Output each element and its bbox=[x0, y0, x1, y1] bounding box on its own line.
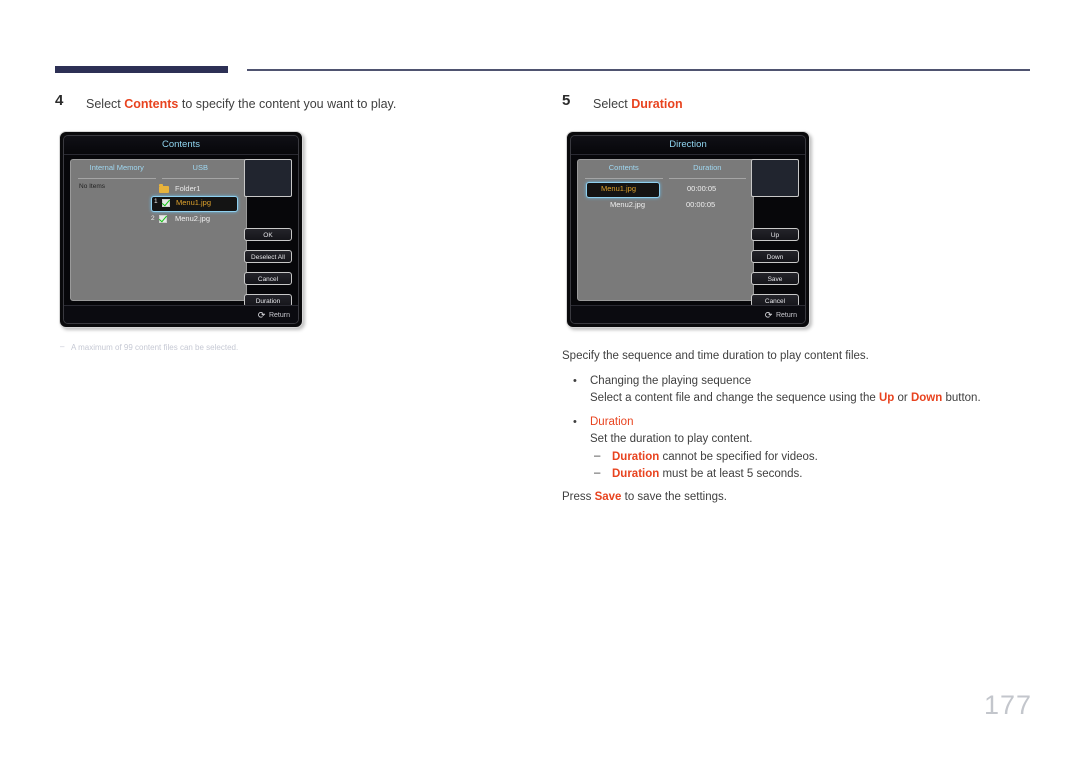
list-item-label: Folder1 bbox=[175, 184, 201, 193]
cancel-button[interactable]: Cancel bbox=[244, 272, 292, 285]
return-arrow-icon: ⟲ bbox=[765, 310, 773, 320]
direction-dialog: Direction Contents Duration Menu1.jpg 00… bbox=[566, 131, 810, 328]
down-button[interactable]: Down bbox=[751, 250, 799, 263]
bullet-line-1: Changing the playing sequence bbox=[590, 375, 752, 387]
bullet-line-2-b: or bbox=[894, 392, 911, 404]
step-5-number: 5 bbox=[562, 92, 571, 109]
preview-thumbnail bbox=[244, 159, 292, 197]
checkbox-checked-icon[interactable] bbox=[159, 215, 167, 223]
sub-note-text: cannot be specified for videos. bbox=[659, 451, 818, 463]
direction-file-panel: Contents Duration Menu1.jpg 00:00:05 Men… bbox=[577, 159, 754, 301]
contents-dialog-body: Internal Memory USB No Items Folder1 1 M bbox=[64, 155, 298, 307]
contents-file-list: No Items Folder1 1 Menu1.jpg 2 Menu2.jpg bbox=[71, 179, 246, 226]
contents-column-headers: Internal Memory USB bbox=[71, 160, 246, 179]
duration-sub-note: – Duration cannot be specified for video… bbox=[590, 449, 1037, 465]
bullet-changing-sequence: • Changing the playing sequence Select a… bbox=[562, 373, 1037, 407]
direction-dialog-sidebar: Up Down Save Cancel bbox=[751, 159, 799, 307]
direction-column-headers: Contents Duration bbox=[578, 160, 753, 179]
save-button[interactable]: Save bbox=[751, 272, 799, 285]
page-number: 177 bbox=[983, 690, 1032, 720]
return-arrow-icon: ⟲ bbox=[258, 310, 266, 320]
sub-note-dash: – bbox=[594, 467, 601, 479]
contents-dialog-inner: Contents Internal Memory USB No Items Fo… bbox=[63, 135, 299, 324]
step-4-text-before: Select bbox=[86, 97, 125, 111]
press-text-before: Press bbox=[562, 491, 595, 503]
list-item-index: 2 bbox=[151, 215, 155, 222]
contents-dialog-title: Contents bbox=[64, 136, 298, 155]
direction-dialog-footer[interactable]: ⟲ Return bbox=[571, 305, 805, 323]
table-row[interactable]: Menu2.jpg 00:00:05 bbox=[586, 198, 745, 212]
press-save-text: Press Save to save the settings. bbox=[562, 489, 1037, 506]
direction-dialog-body: Contents Duration Menu1.jpg 00:00:05 Men… bbox=[571, 155, 805, 307]
list-item-label: Menu1.jpg bbox=[176, 198, 212, 207]
contents-dialog-buttons: OK Deselect All Cancel Duration bbox=[244, 228, 292, 307]
down-keyword: Down bbox=[910, 392, 943, 404]
column-header-usb[interactable]: USB bbox=[161, 162, 239, 179]
row-duration-value: 00:00:05 bbox=[687, 184, 717, 193]
list-item-label: Menu2.jpg bbox=[175, 214, 211, 223]
contents-file-panel: Internal Memory USB No Items Folder1 1 M bbox=[70, 159, 247, 301]
list-item[interactable]: Folder1 bbox=[157, 182, 238, 196]
left-column: 4 Select Contents to specify the content… bbox=[55, 92, 545, 354]
save-keyword: Save bbox=[594, 491, 622, 503]
list-item-index: 1 bbox=[154, 198, 158, 205]
ok-button[interactable]: OK bbox=[244, 228, 292, 241]
step-5-text-before: Select bbox=[593, 97, 632, 111]
up-button[interactable]: Up bbox=[751, 228, 799, 241]
step-5-heading: 5 Select Duration bbox=[562, 92, 1037, 112]
direction-bullet-list: • Changing the playing sequence Select a… bbox=[562, 373, 1037, 482]
bullet-line-2: Select a content file and change the seq… bbox=[590, 390, 1037, 407]
return-label: Return bbox=[775, 312, 797, 319]
direction-file-list: Menu1.jpg 00:00:05 Menu2.jpg 00:00:05 bbox=[578, 179, 753, 212]
note-text: A maximum of 99 content files can be sel… bbox=[71, 343, 239, 352]
column-header-duration[interactable]: Duration bbox=[668, 162, 746, 179]
checkbox-checked-icon[interactable] bbox=[162, 199, 170, 207]
direction-dialog-inner: Direction Contents Duration Menu1.jpg 00… bbox=[570, 135, 806, 324]
list-item[interactable]: 1 Menu1.jpg bbox=[151, 196, 238, 212]
preview-thumbnail bbox=[751, 159, 799, 197]
table-row[interactable]: Menu1.jpg 00:00:05 bbox=[586, 182, 716, 198]
row-content-name: Menu2.jpg bbox=[610, 200, 646, 209]
note-dash: – bbox=[60, 342, 65, 351]
list-item[interactable]: 2 Menu2.jpg bbox=[151, 212, 238, 226]
press-text-after: to save the settings. bbox=[621, 491, 727, 503]
header-divider-line bbox=[247, 69, 1030, 71]
row-content-name: Menu1.jpg bbox=[601, 184, 637, 193]
deselect-all-button[interactable]: Deselect All bbox=[244, 250, 292, 263]
contents-dialog: Contents Internal Memory USB No Items Fo… bbox=[59, 131, 303, 328]
sub-note-dash: – bbox=[594, 450, 601, 462]
right-column: 5 Select Duration Direction Contents Dur… bbox=[562, 92, 1037, 506]
row-duration-value: 00:00:05 bbox=[686, 200, 716, 209]
contents-dialog-sidebar: OK Deselect All Cancel Duration bbox=[244, 159, 292, 307]
duration-keyword: Duration bbox=[612, 468, 660, 480]
duration-sub-note: – Duration must be at least 5 seconds. bbox=[590, 466, 1037, 482]
up-keyword: Up bbox=[879, 392, 895, 404]
duration-keyword-heading: Duration bbox=[590, 416, 634, 428]
step-4-text-after: to specify the content you want to play. bbox=[178, 97, 397, 111]
sub-note-text: must be at least 5 seconds. bbox=[659, 468, 803, 480]
contents-note: – A maximum of 99 content files can be s… bbox=[60, 342, 545, 354]
bullet-dot: • bbox=[573, 416, 577, 428]
contents-dialog-footer[interactable]: ⟲ Return bbox=[64, 305, 298, 323]
duration-description: Set the duration to play content. bbox=[590, 433, 753, 445]
step-5-keyword: Duration bbox=[631, 97, 683, 111]
column-header-internal-memory[interactable]: Internal Memory bbox=[78, 162, 156, 179]
bullet-dot: • bbox=[573, 375, 577, 387]
bullet-line-2-c: button. bbox=[942, 392, 981, 404]
internal-memory-empty-label: No Items bbox=[79, 183, 106, 190]
column-header-contents[interactable]: Contents bbox=[585, 162, 663, 179]
header-accent-bar bbox=[55, 66, 228, 73]
duration-keyword: Duration bbox=[612, 451, 660, 463]
direction-intro-text: Specify the sequence and time duration t… bbox=[562, 350, 869, 362]
direction-dialog-title: Direction bbox=[571, 136, 805, 155]
step-4-heading: 4 Select Contents to specify the content… bbox=[55, 92, 545, 112]
return-label: Return bbox=[268, 312, 290, 319]
bullet-duration: • Duration Set the duration to play cont… bbox=[562, 414, 1037, 482]
step-4-number: 4 bbox=[55, 92, 64, 109]
folder-icon bbox=[159, 184, 169, 193]
direction-dialog-buttons: Up Down Save Cancel bbox=[751, 228, 799, 307]
step-4-keyword: Contents bbox=[124, 97, 179, 111]
bullet-line-2-a: Select a content file and change the seq… bbox=[590, 392, 879, 404]
